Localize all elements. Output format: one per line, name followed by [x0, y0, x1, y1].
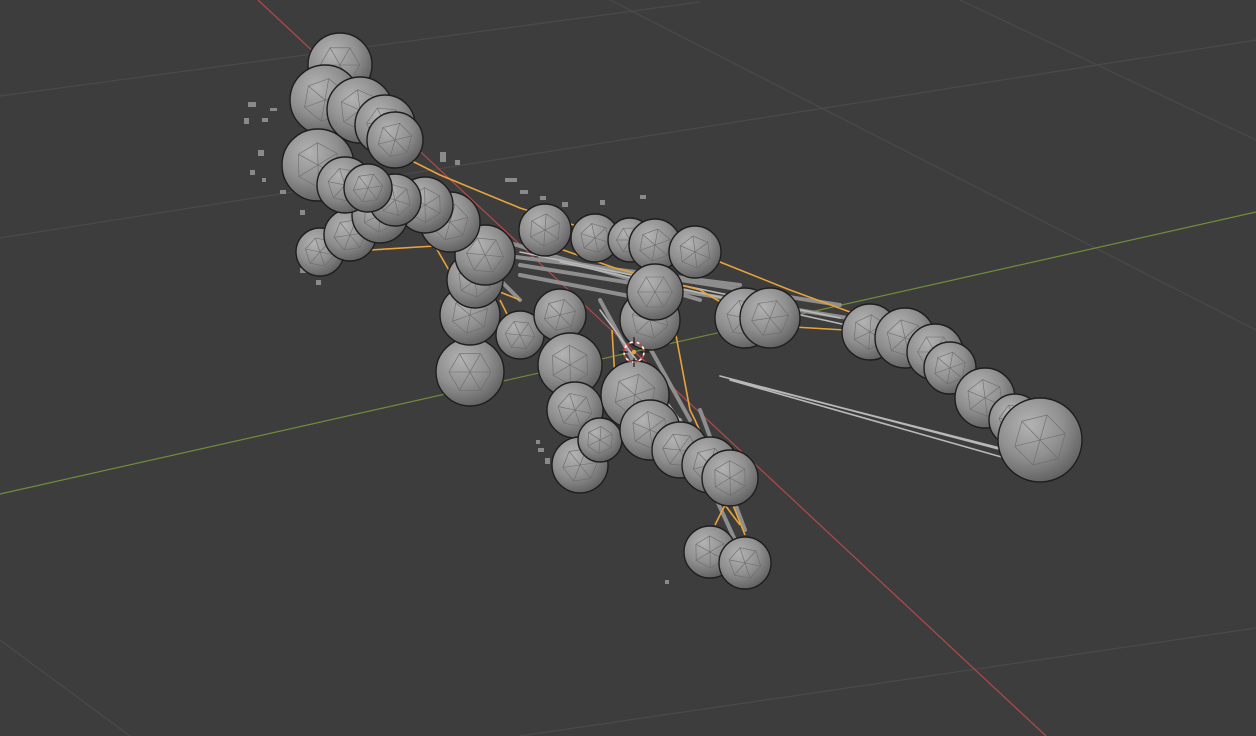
mesh-sphere — [997, 397, 1083, 483]
viewport-scene[interactable] — [0, 0, 1256, 736]
mesh-spheres — [281, 32, 1083, 590]
selected-mesh-object[interactable] — [244, 32, 1083, 590]
mesh-sphere — [718, 536, 772, 590]
3d-viewport[interactable] — [0, 0, 1256, 736]
mesh-sphere — [626, 263, 684, 321]
mesh-sphere — [366, 111, 424, 169]
mesh-sphere — [435, 337, 505, 407]
mesh-sphere — [668, 225, 722, 279]
mesh-sphere — [577, 417, 623, 463]
mesh-sphere — [343, 163, 393, 213]
mesh-sphere — [739, 287, 801, 349]
mesh-sphere — [701, 449, 759, 507]
mesh-sphere — [533, 288, 587, 342]
mesh-sphere — [518, 203, 572, 257]
